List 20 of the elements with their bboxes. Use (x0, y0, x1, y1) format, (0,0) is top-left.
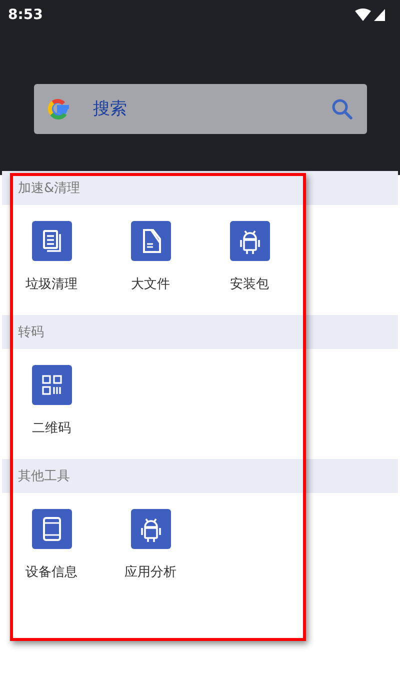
search-bar[interactable]: 搜索 (34, 84, 367, 134)
file-icon (130, 221, 170, 261)
qr-code-icon (32, 365, 72, 405)
status-time: 8:53 (8, 7, 43, 23)
tool-item[interactable]: 垃圾清理 (2, 221, 101, 293)
section-title: 加速&清理 (18, 180, 80, 197)
search-field[interactable]: 搜索 (83, 99, 321, 119)
search-icon[interactable] (331, 98, 353, 120)
tool-item[interactable]: 大文件 (101, 221, 200, 293)
tablet-icon (32, 509, 72, 549)
tool-item[interactable]: 应用分析 (101, 509, 200, 581)
document-icon (32, 221, 72, 261)
android-icon (130, 509, 170, 549)
android-icon (230, 221, 270, 261)
wifi-signal-icon (354, 8, 386, 22)
section-title: 转码 (18, 324, 44, 341)
tool-item[interactable]: 安装包 (200, 221, 299, 293)
tool-item[interactable]: 二维码 (2, 365, 101, 437)
tool-item[interactable]: 设备信息 (2, 509, 101, 581)
section-title: 其他工具 (18, 468, 70, 485)
